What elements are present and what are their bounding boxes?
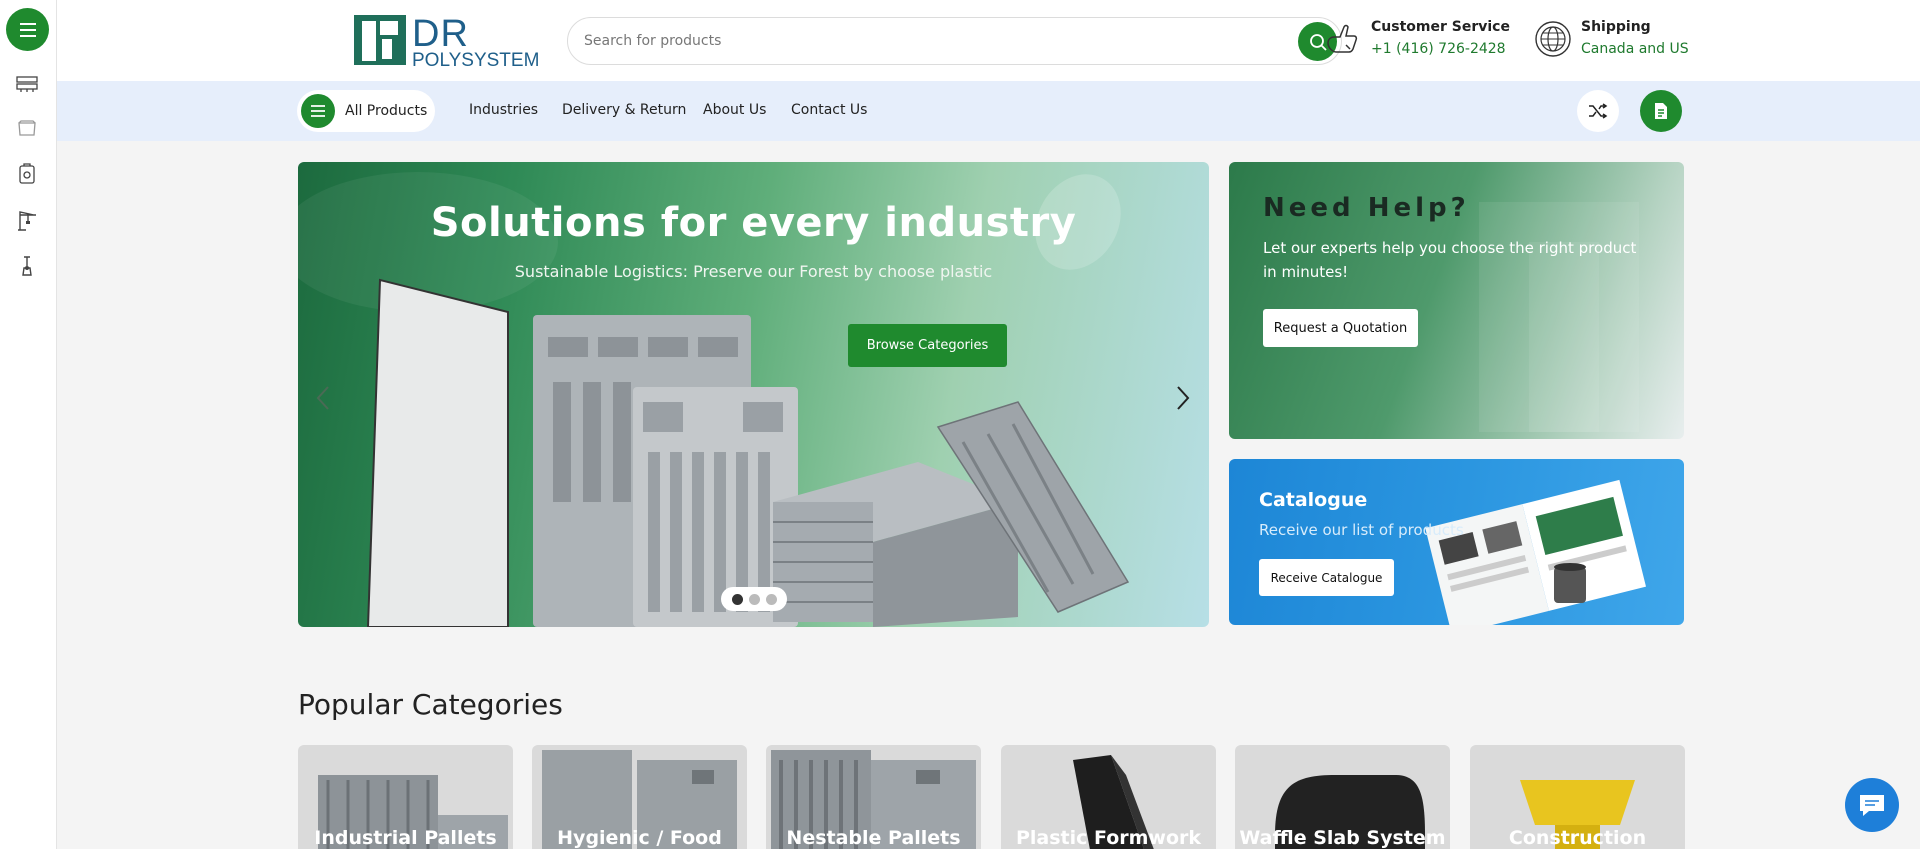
category-card-nestable-pallets[interactable]: Nestable Pallets [766,745,981,849]
category-name: Nestable Pallets [786,827,961,849]
hero-next-arrow[interactable] [1168,380,1198,416]
request-quotation-button[interactable]: Request a Quotation [1263,309,1418,347]
hero-pagination [721,587,787,611]
search-bar [567,17,1342,65]
hero-title: Solutions for every industry [430,200,1077,246]
main-navbar: All Products Industries Delivery & Retur… [57,81,1920,141]
customer-service-phone[interactable]: +1 (416) 726-2428 [1371,41,1510,57]
nav-link-about-us[interactable]: About Us [703,102,766,118]
need-help-text: Let our experts help you choose the righ… [1263,239,1637,281]
category-name: Plastic Formwork [1015,827,1202,849]
all-products-label: All Products [345,103,428,119]
hamburger-icon [301,94,335,128]
nav-link-industries[interactable]: Industries [469,102,538,118]
rail-item-hygienic[interactable] [15,162,39,186]
construction-icon [18,211,36,231]
search-input[interactable] [584,33,1274,49]
top-header: DR POLYSYSTEM Customer Service +1 (416) … [57,0,1920,81]
hero-slider: Solutions for every industry Sustainable… [298,162,1209,627]
browse-categories-button[interactable]: Browse Categories [848,324,1007,367]
chat-icon [1860,795,1884,816]
pallet-icon [16,76,38,92]
category-card-plastic-formwork[interactable]: Plastic Formwork [1001,745,1216,849]
shipping-value: Canada and US [1581,41,1689,57]
chevron-right-icon [1177,386,1190,410]
category-card-waffle-slab[interactable]: Waffle Slab System [1235,745,1450,849]
nav-link-delivery-return[interactable]: Delivery & Return [562,102,686,118]
rail-menu-button[interactable] [6,8,49,51]
menu-icon [19,22,36,37]
hygiene-pallet-icon [19,163,35,184]
catalogue-text: Receive our list of products [1259,521,1464,539]
catalogue-title: Catalogue [1259,489,1368,511]
shipping-info: Shipping Canada and US [1533,19,1689,59]
hero-dot-2[interactable] [748,593,760,605]
hero-dot-3[interactable] [765,593,777,605]
category-name: Hygienic / Food [557,827,722,849]
rail-item-containers[interactable] [15,116,39,140]
category-name: Waffle Slab System [1239,827,1446,849]
logo-polysystem-text: POLYSYSTEM [412,50,540,71]
shipping-label: Shipping [1581,19,1651,35]
phone-hand-icon [1323,19,1363,59]
nav-link-contact-us[interactable]: Contact Us [791,102,867,118]
receive-catalogue-button[interactable]: Receive Catalogue [1259,559,1394,596]
hero-dot-1[interactable] [731,593,743,605]
shuffle-icon [1589,103,1608,119]
left-rail [0,0,57,849]
need-help-card: Need Help? Let our experts help you choo… [1229,162,1684,439]
catalogue-brochure-image [1425,479,1646,625]
hero-prev-arrow[interactable] [308,380,338,416]
popular-categories-title: Popular Categories [298,688,563,721]
globe-icon [1533,19,1573,59]
all-products-button[interactable]: All Products [297,90,435,132]
hero-subtitle: Sustainable Logistics: Preserve our Fore… [514,262,993,281]
compare-button[interactable] [1577,90,1619,132]
customer-service[interactable]: Customer Service +1 (416) 726-2428 [1323,19,1510,59]
container-icon [18,120,36,136]
document-icon [1655,103,1667,119]
category-name: Construction [1508,827,1647,849]
quote-list-button[interactable] [1640,90,1682,132]
category-card-industrial-pallets[interactable]: Industrial Pallets [298,745,513,849]
rail-item-formwork[interactable] [15,254,39,278]
logo-dr-text: DR [412,13,469,55]
logo-mark [354,15,406,65]
rail-item-construction[interactable] [15,208,39,232]
category-name: Industrial Pallets [314,827,497,849]
catalogue-card: Catalogue Receive our list of products R… [1229,459,1684,625]
site-logo[interactable]: DR POLYSYSTEM [354,15,539,70]
category-card-construction[interactable]: Construction [1470,745,1685,849]
category-card-hygienic-food[interactable]: Hygienic / Food [532,745,747,849]
chevron-left-icon [316,386,329,410]
customer-service-label: Customer Service [1371,19,1510,35]
need-help-title: Need Help? [1263,193,1470,223]
formwork-icon [22,256,32,276]
rail-item-pallets[interactable] [15,72,39,96]
chat-widget-button[interactable] [1845,778,1899,832]
